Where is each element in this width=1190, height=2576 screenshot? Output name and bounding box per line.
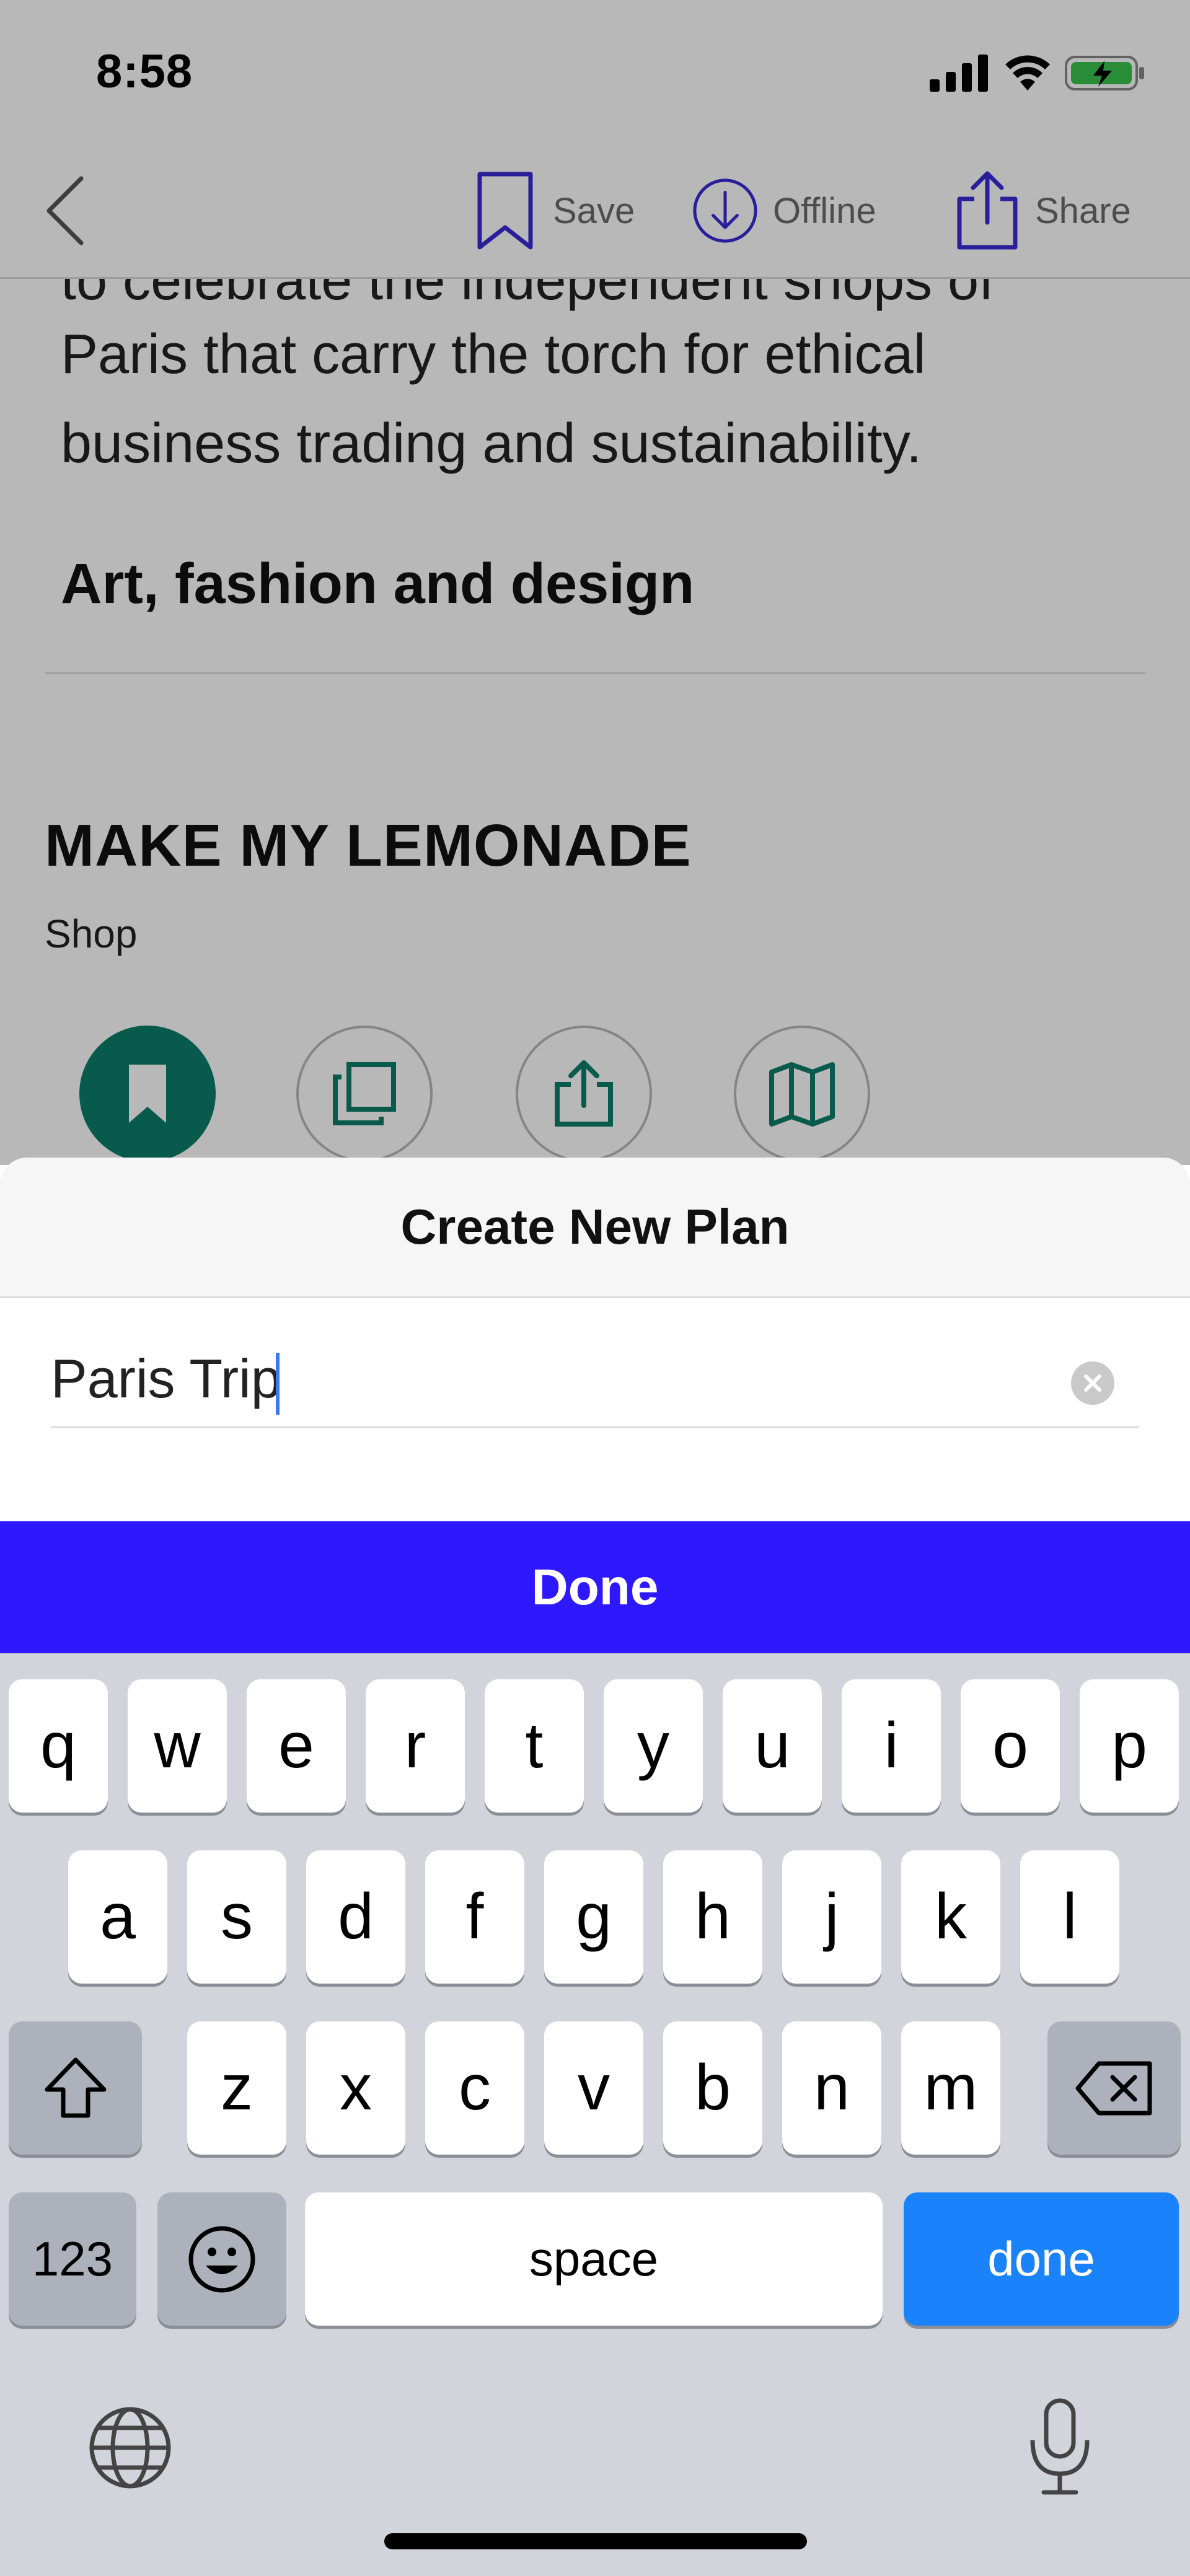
key-y[interactable]: y	[604, 1679, 703, 1813]
clear-text-button[interactable]	[1071, 1361, 1114, 1405]
text-caret	[276, 1353, 280, 1415]
key-x[interactable]: x	[306, 2021, 405, 2155]
key-z[interactable]: z	[187, 2021, 286, 2155]
key-v[interactable]: v	[544, 2021, 643, 2155]
key-c[interactable]: c	[425, 2021, 524, 2155]
shift-icon	[45, 2057, 106, 2117]
key-f[interactable]: f	[425, 1850, 524, 1984]
emoji-key[interactable]	[157, 2192, 286, 2326]
key-q[interactable]: q	[9, 1679, 108, 1813]
sheet-title: Create New Plan	[400, 1199, 790, 1254]
key-t[interactable]: t	[485, 1679, 584, 1813]
return-key[interactable]: done	[904, 2192, 1179, 2326]
done-button[interactable]: Done	[0, 1521, 1190, 1653]
article-background: 8:58 Save Offline Share to celebrate the…	[0, 0, 1190, 1177]
key-w[interactable]: w	[128, 1679, 227, 1813]
key-l[interactable]: l	[1020, 1850, 1119, 1984]
home-indicator[interactable]	[384, 2533, 807, 2549]
key-m[interactable]: m	[901, 2021, 1000, 2155]
shift-key[interactable]	[9, 2021, 142, 2155]
key-n[interactable]: n	[782, 2021, 881, 2155]
delete-key[interactable]	[1047, 2021, 1181, 2155]
backspace-icon	[1075, 2061, 1152, 2115]
key-u[interactable]: u	[723, 1679, 822, 1813]
sheet-header: Create New Plan	[0, 1158, 1190, 1298]
done-label: Done	[531, 1558, 659, 1615]
plan-name-area	[0, 1298, 1190, 1521]
plan-name-input[interactable]	[51, 1342, 1042, 1416]
key-o[interactable]: o	[961, 1679, 1060, 1813]
modal-overlay[interactable]	[0, 0, 1190, 1165]
emoji-icon	[188, 2226, 255, 2292]
numbers-key[interactable]: 123	[9, 2192, 136, 2326]
create-plan-sheet: Create New Plan Done	[0, 1158, 1190, 1653]
globe-icon[interactable]	[87, 2404, 174, 2491]
key-k[interactable]: k	[901, 1850, 1000, 1984]
key-i[interactable]: i	[842, 1679, 941, 1813]
key-h[interactable]: h	[663, 1850, 762, 1984]
close-icon	[1084, 1374, 1101, 1392]
key-e[interactable]: e	[247, 1679, 346, 1813]
key-r[interactable]: r	[366, 1679, 465, 1813]
keyboard: q w e r t y u i o p a s d f g h j k l z …	[0, 1653, 1190, 2576]
space-key[interactable]: space	[305, 2192, 883, 2326]
key-p[interactable]: p	[1080, 1679, 1179, 1813]
key-b[interactable]: b	[663, 2021, 762, 2155]
key-s[interactable]: s	[187, 1850, 286, 1984]
key-j[interactable]: j	[782, 1850, 881, 1984]
plan-name-field	[51, 1335, 1139, 1428]
microphone-icon[interactable]	[1023, 2397, 1097, 2496]
key-g[interactable]: g	[544, 1850, 643, 1984]
key-a[interactable]: a	[68, 1850, 167, 1984]
key-d[interactable]: d	[306, 1850, 405, 1984]
